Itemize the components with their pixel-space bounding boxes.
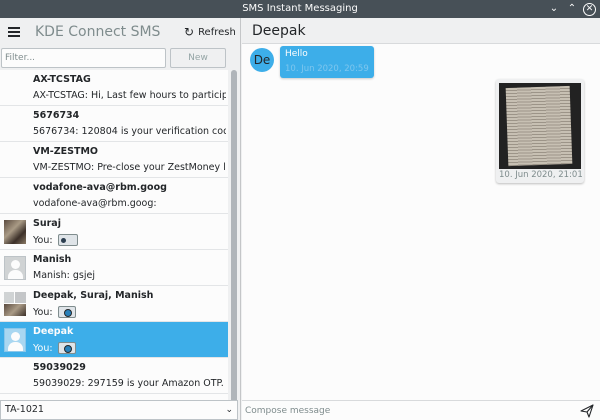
- chevron-down-icon: ⌄: [225, 405, 233, 415]
- conversation-name: 5676734: [33, 110, 80, 121]
- hamburger-menu-icon[interactable]: [8, 27, 20, 37]
- maximize-icon[interactable]: ⌃: [565, 2, 579, 16]
- conversation-name: Suraj: [33, 218, 61, 229]
- camera-icon: [57, 342, 76, 354]
- conversation-name: Deepak, Suraj, Manish: [33, 290, 154, 301]
- refresh-icon: ↻: [184, 25, 195, 39]
- contact-name: Deepak: [252, 23, 306, 39]
- app-title: KDE Connect SMS: [35, 24, 161, 40]
- conversation-name: Deepak: [33, 326, 74, 337]
- conversation-preview: 5676734: 120804 is your verification cod…: [33, 126, 226, 137]
- message-timestamp: 10. Jun 2020, 21:01: [499, 170, 583, 180]
- conversation-name: AX-TCSTAG: [33, 74, 91, 85]
- conversation-item[interactable]: VM-ZESTMO VM-ZESTMO: Pre-close your Zest…: [0, 142, 228, 178]
- conversation-header: Deepak: [242, 18, 600, 44]
- person-avatar-icon: [4, 256, 26, 280]
- compose-message-input[interactable]: [242, 401, 572, 420]
- conversation-item[interactable]: AX-TCSTAG AX-TCSTAG: Hi, Last few hours …: [0, 70, 228, 106]
- conversation-name: VM-ZESTMO: [33, 146, 98, 157]
- conversation-preview: VM-ZESTMO: Pre-close your ZestMoney loan…: [33, 162, 226, 173]
- conversation-preview: vodafone-ava@rbm.goog:: [33, 198, 157, 209]
- compose-bar: [242, 400, 600, 420]
- conversation-item[interactable]: 5676734 5676734: 120804 is your verifica…: [0, 106, 228, 142]
- conversation-item[interactable]: Manish Manish: gsjej: [0, 250, 228, 286]
- preview-sender: You:: [33, 342, 53, 354]
- preview-sender: You:: [33, 306, 53, 318]
- conversation-item[interactable]: Deepak, Suraj, Manish You:: [0, 286, 228, 322]
- send-icon[interactable]: [580, 404, 594, 418]
- message-text: Hello: [285, 49, 308, 59]
- conversation-name: vodafone-ava@rbm.goog: [33, 182, 167, 193]
- conversation-preview: You:: [33, 234, 78, 246]
- contact-photo-avatar: [4, 220, 26, 244]
- message-timestamp: 10. Jun 2020, 20:59: [285, 64, 369, 74]
- conversation-list: AX-TCSTAG AX-TCSTAG: Hi, Last few hours …: [0, 70, 228, 415]
- conversation-list-scrollbar[interactable]: [230, 70, 238, 415]
- refresh-button[interactable]: ↻ Refresh: [184, 25, 236, 39]
- conversation-preview: You:: [33, 342, 76, 354]
- sidebar-header: KDE Connect SMS ↻ Refresh: [0, 18, 241, 46]
- conversation-item[interactable]: vodafone-ava@rbm.goog vodafone-ava@rbm.g…: [0, 178, 228, 214]
- window-titlebar: SMS Instant Messaging ⌄ ⌃ ✕: [0, 0, 600, 18]
- video-camera-icon: [57, 234, 78, 246]
- window-controls: ⌄ ⌃ ✕: [547, 0, 596, 18]
- preview-sender: You:: [33, 234, 53, 246]
- outgoing-image-message[interactable]: 10. Jun 2020, 21:01: [496, 79, 584, 183]
- conversation-preview: Manish: gsjej: [33, 270, 95, 281]
- filter-input[interactable]: [1, 48, 166, 68]
- person-avatar-icon: [4, 328, 26, 352]
- conversation-preview: 59039029: 297159 is your Amazon OTP. OTP…: [33, 378, 226, 389]
- device-select-value: TA-1021: [5, 404, 44, 415]
- conversation-sidebar: KDE Connect SMS ↻ Refresh New AX-TCSTAG …: [0, 18, 241, 420]
- conversation-name: Manish: [33, 254, 72, 265]
- minimize-icon[interactable]: ⌄: [547, 2, 561, 16]
- image-attachment[interactable]: [499, 83, 581, 169]
- conversation-panel: Deepak De Hello 10. Jun 2020, 20:59 10. …: [242, 18, 600, 420]
- conversation-item[interactable]: 59039029 59039029: 297159 is your Amazon…: [0, 358, 228, 394]
- refresh-label: Refresh: [198, 26, 236, 38]
- close-icon[interactable]: ✕: [583, 2, 596, 16]
- conversation-preview: You:: [33, 306, 76, 318]
- new-conversation-button[interactable]: New: [170, 48, 226, 68]
- window-title: SMS Instant Messaging: [242, 3, 358, 14]
- group-avatar-icon: [4, 292, 26, 316]
- device-select[interactable]: TA-1021 ⌄: [0, 400, 238, 420]
- conversation-item-selected[interactable]: Deepak You:: [0, 322, 228, 358]
- incoming-message[interactable]: Hello 10. Jun 2020, 20:59: [280, 46, 374, 78]
- camera-icon: [57, 306, 76, 318]
- contact-avatar: De: [250, 48, 274, 72]
- conversation-name: 59039029: [33, 362, 86, 373]
- document-photo-image: [505, 85, 573, 167]
- conversation-preview: AX-TCSTAG: Hi, Last few hours to partici…: [33, 90, 226, 101]
- scrollbar-thumb[interactable]: [231, 70, 237, 406]
- conversation-item[interactable]: Suraj You:: [0, 214, 228, 250]
